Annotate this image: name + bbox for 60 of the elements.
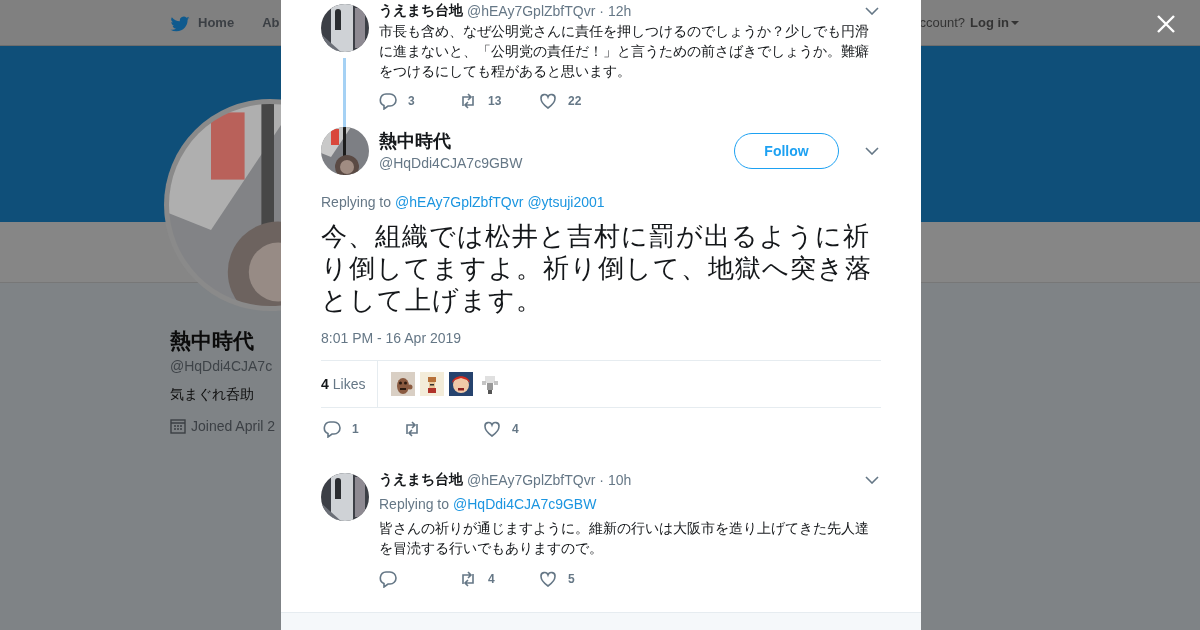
count: 22 [568,94,582,108]
thread-line [342,58,346,127]
follow-button[interactable]: Follow [734,133,839,169]
bird-icon [170,13,190,32]
tweet-time: · 10h [599,472,632,488]
speech-bubble-button[interactable] [379,570,397,588]
retweet-button[interactable] [459,570,477,588]
heart-icon [483,420,501,438]
speech-bubble-icon [379,570,397,588]
nav-link[interactable]: Home [170,13,235,32]
user-name[interactable]: うえまち台地 [379,2,463,20]
heart-icon [539,92,557,110]
user-name[interactable]: うえまち台地 [379,471,463,489]
replying-label: Replying to [321,193,392,211]
user-name[interactable]: 熱中時代 [379,129,523,153]
login-link[interactable]: Log in [970,15,1019,30]
tweet-timestamp: 8:01 PM - 16 Apr 2019 [321,329,463,348]
user-handle: @hEAy7GplZbfTQvr [467,3,596,19]
retweet-button[interactable] [403,420,421,438]
retweet-icon [459,570,477,588]
heart-button[interactable] [539,570,557,588]
joined-date: Joined April 2 [191,418,276,434]
close-icon [1156,14,1176,34]
speech-bubble-button[interactable] [323,420,341,438]
count: 4 [488,572,495,586]
profile-bio: 気まぐれ呑助 [170,386,255,404]
retweet-icon [403,420,421,438]
speech-bubble-icon [379,92,397,110]
tweet-text: 今、組織では松井と吉村に罰が出るように祈り倒してますよ。祈り倒して、地獄へ突き落として上げます。 [321,220,873,316]
mention-link[interactable]: @HqDdi4CJA7c9GBW [453,494,597,514]
count: 4 [512,422,519,436]
profile-handle: @HqDdi4CJA7c [170,358,274,374]
heart-icon [539,570,557,588]
speech-bubble-button[interactable] [379,92,397,110]
count: 1 [352,422,359,436]
calendar-icon [170,418,186,434]
chevron-down-icon [865,7,879,15]
user-handle: @hEAy7GplZbfTQvr [467,472,596,488]
count: 5 [568,572,575,586]
speech-bubble-icon [323,420,341,438]
chevron-down-icon [865,476,879,484]
likes-count[interactable]: 4 Likes [321,361,379,407]
caret-icon [1011,20,1019,25]
tweet-text: 市長も含め、なぜ公明党さんに責任を押しつけるのでしょうか？少しでも円滑に進まないと、「公明党の責任だ！」と言うための前さばきでしょうか。難癖をつけるにしても程があると思います。 [379,22,870,81]
mention-link[interactable]: @ytsuji2001 [527,193,605,211]
user-handle: @HqDdi4CJA7c9GBW [379,154,523,173]
tweet-time: · 12h [599,3,632,19]
heart-button[interactable] [539,92,557,110]
count: 13 [488,94,502,108]
heart-button[interactable] [483,420,501,438]
retweet-button[interactable] [459,92,477,110]
chevron-down-icon [865,147,879,155]
mention-link[interactable]: @hEAy7GplZbfTQvr [395,193,524,211]
nav-link[interactable]: Ab [262,13,280,32]
replying-label: Replying to [379,495,450,514]
retweet-icon [459,92,477,110]
profile-name: 熱中時代 [170,328,255,354]
count: 3 [408,94,415,108]
tweet-text: 皆さんの祈りが通じますように。維新の行いは大阪市を造り上げてきた先人達を冒涜する行いでもありますので。 [379,519,870,558]
login-prompt: ccount? [919,15,965,30]
